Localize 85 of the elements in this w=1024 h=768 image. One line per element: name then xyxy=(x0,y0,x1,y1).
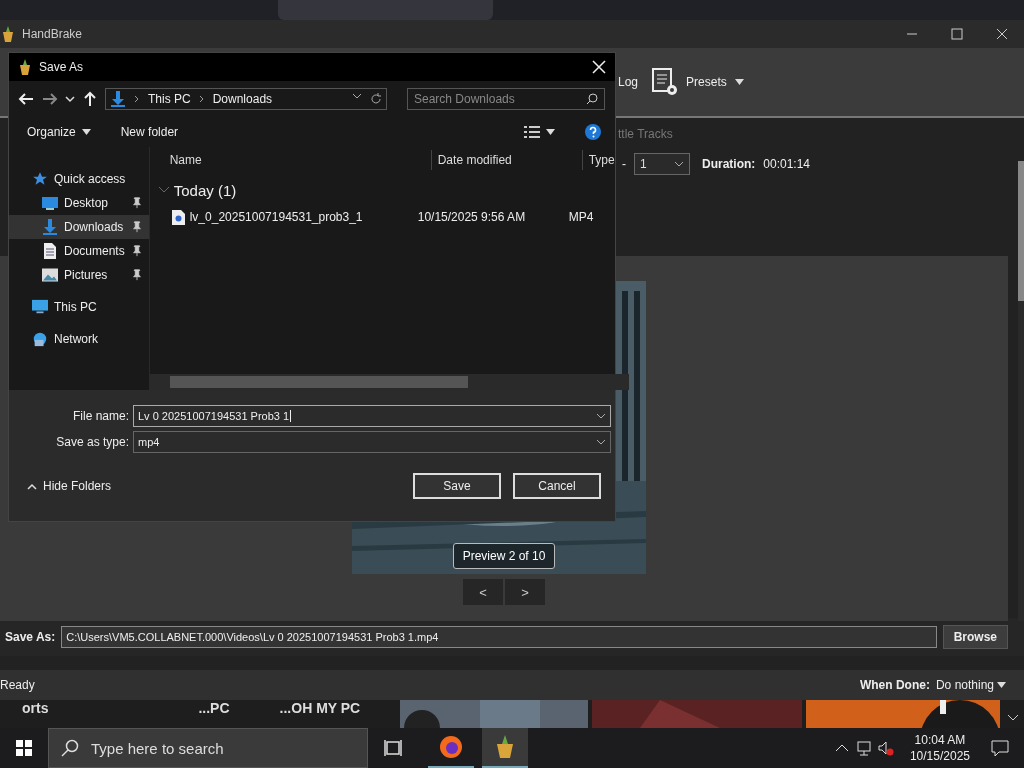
nav-item[interactable]: Quick access xyxy=(9,167,149,191)
group-header[interactable]: Today (1) xyxy=(173,181,237,199)
nav-item[interactable]: Downloads xyxy=(9,215,149,239)
file-name-field[interactable]: Lv 0 20251007194531 Prob3 1 xyxy=(133,405,611,427)
view-menu[interactable] xyxy=(524,126,555,138)
duration-value: 00:01:14 xyxy=(763,157,811,171)
clock[interactable]: 10:04 AM 10/15/2025 xyxy=(909,732,970,764)
chevron-down-icon xyxy=(596,413,606,419)
column-header[interactable]: Date modified xyxy=(437,153,512,167)
tab[interactable]: ttle Tracks xyxy=(618,127,673,141)
file-row[interactable]: lv_0_20251007194531_prob3_1 10/15/2025 9:56 AM MP4 xyxy=(149,207,629,227)
address-bar[interactable]: This PC Downloads xyxy=(105,88,387,110)
dialog-title: Save As xyxy=(39,60,84,74)
desktop-icon xyxy=(42,195,58,211)
command-button[interactable]: Organize xyxy=(27,125,91,139)
column-header[interactable]: Name xyxy=(169,153,202,167)
muted-speaker-icon[interactable] xyxy=(877,740,894,756)
network-icon[interactable] xyxy=(855,740,872,756)
nav-item[interactable]: Documents xyxy=(9,239,149,263)
status-text: Ready xyxy=(0,678,35,692)
caret-icon xyxy=(81,129,91,135)
document-gear-icon xyxy=(652,68,679,96)
range-dropdown[interactable]: 1 xyxy=(634,153,690,175)
file-name-label: File name: xyxy=(71,409,129,423)
download-icon xyxy=(42,219,58,235)
caret-icon xyxy=(734,79,744,85)
taskbar-search-field[interactable]: Type here to search xyxy=(48,728,368,768)
toolbar-button[interactable]: Presets xyxy=(652,68,744,96)
search-icon xyxy=(586,93,598,105)
duration-label: Duration: xyxy=(702,157,756,171)
breadcrumb-item[interactable]: Downloads xyxy=(212,92,273,106)
nav-item[interactable]: This PC xyxy=(9,295,149,319)
command-button[interactable]: New folder xyxy=(120,125,179,139)
preview-badge: Preview 2 of 10 xyxy=(453,543,555,569)
pineapple-icon xyxy=(17,59,33,75)
browse-button[interactable]: Browse xyxy=(942,625,1008,649)
nav-item[interactable]: Desktop xyxy=(9,191,149,215)
tile-title: ...PC xyxy=(198,700,230,716)
save-as-label: Save As: xyxy=(5,630,56,644)
nav-item[interactable]: Network xyxy=(9,327,149,351)
chevron-down-icon xyxy=(352,93,362,99)
pineapple-icon xyxy=(0,26,16,42)
tile-title: ...OH MY PC xyxy=(279,700,361,716)
when-done-label: When Done: xyxy=(859,678,930,692)
breadcrumb-item[interactable]: This PC xyxy=(148,92,191,106)
column-header[interactable]: Type xyxy=(588,153,615,167)
video-file-icon xyxy=(171,209,185,225)
when-done-dropdown[interactable]: Do nothing xyxy=(935,678,1006,692)
pictures-icon xyxy=(42,267,58,283)
save-type-label: Save as type: xyxy=(55,435,129,449)
dialog-button[interactable]: Cancel xyxy=(513,473,601,499)
tile-title: orts xyxy=(22,700,49,716)
previous-button[interactable]: < xyxy=(463,579,503,605)
save-type-dropdown[interactable]: mp4 xyxy=(133,431,611,453)
refresh-icon[interactable] xyxy=(370,93,382,105)
chevron-down-icon[interactable] xyxy=(65,94,75,104)
caret-icon xyxy=(997,682,1006,688)
taskbar-app[interactable] xyxy=(482,728,528,768)
fox-globe-icon xyxy=(439,735,463,759)
chevron-down-icon xyxy=(596,439,606,445)
chevron-right-icon xyxy=(198,95,205,103)
dialog-button[interactable]: Save xyxy=(413,473,501,499)
search-icon xyxy=(61,739,79,757)
document-icon xyxy=(42,243,58,259)
save-as-field[interactable]: C:\Users\VM5.COLLABNET.000\Videos\Lv 0 20251007194531 Prob3 1.mp4 xyxy=(61,626,937,648)
chevron-up-icon xyxy=(27,482,37,490)
toolbar-button[interactable]: Log xyxy=(618,75,639,89)
scrollbar-thumb[interactable] xyxy=(169,376,468,388)
hide-folders-button[interactable]: Hide Folders xyxy=(21,478,118,494)
range-separator: - xyxy=(622,157,626,171)
window-title: HandBrake xyxy=(22,27,83,41)
computer-icon xyxy=(32,299,48,315)
chevron-down-icon xyxy=(674,161,684,167)
chevron-right-icon xyxy=(134,95,140,103)
download-icon xyxy=(110,91,126,107)
star-icon xyxy=(32,171,48,187)
nav-item[interactable]: Pictures xyxy=(9,263,149,287)
scrollbar-thumb[interactable] xyxy=(1018,161,1024,301)
help-icon[interactable] xyxy=(585,124,601,140)
next-button[interactable]: > xyxy=(505,579,545,605)
network-icon xyxy=(32,331,48,347)
notification-icon[interactable] xyxy=(990,738,1010,758)
details-view-icon xyxy=(524,126,540,138)
caret-icon xyxy=(546,129,555,135)
search-field[interactable]: Search Downloads xyxy=(407,88,605,110)
